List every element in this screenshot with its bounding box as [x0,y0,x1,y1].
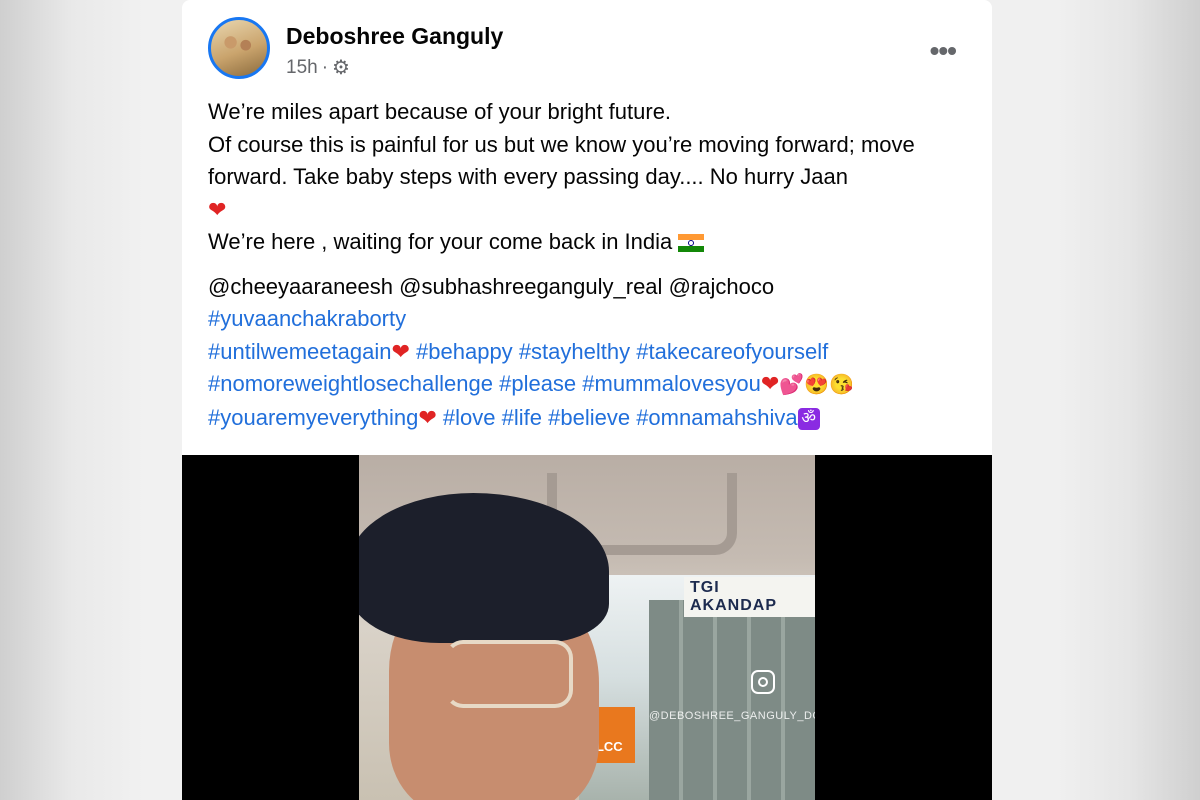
om-icon: ॐ [797,407,820,430]
heart-icon: ❤ [760,371,780,396]
post-line-1: We’re miles apart because of your bright… [208,99,672,124]
post-line-2: Of course this is painful for us but we … [208,131,915,222]
heart-icon: ❤ [418,404,437,430]
post-header: Deboshree Ganguly 15h · ⚙ ••• [208,17,968,83]
mention-link[interactable]: @cheeyaaraneesh [208,274,393,299]
hashtag-link[interactable]: #youaremyeverything [208,405,418,430]
hashtag-link[interactable]: #untilwemeetagain [208,339,391,364]
post-time[interactable]: 15h [286,57,318,79]
hashtag-link[interactable]: #omnamahshiva [636,405,797,430]
hashtag-line-1: #yuvaanchakraborty [208,303,978,336]
hashtag-line-2: #untilwemeetagain❤ #behappy #stayhelthy … [208,336,978,369]
building-image [649,600,815,800]
hashtag-link[interactable]: #behappy [416,339,513,364]
hashtag-line-4: #youaremyeverything❤ #love #life #believ… [208,402,978,435]
building-sign: TGI AKANDAP [684,577,815,617]
india-flag-icon [678,234,705,253]
glasses [445,640,573,708]
hashtag-link[interactable]: #stayhelthy [519,339,630,364]
hashtag-link[interactable]: #yuvaanchakraborty [208,306,406,331]
heart-icon: ❤ [208,196,227,222]
mentions-line: @cheeyaaraneesh @subhashreeganguly_real … [208,271,978,304]
gear-icon[interactable]: ⚙ [332,58,350,78]
hashtag-link[interactable]: #believe [548,405,630,430]
hashtag-link[interactable]: #life [502,405,542,430]
kiss-face-icon: 😘 [829,374,854,396]
author-avatar[interactable] [208,17,270,79]
mention-link[interactable]: @subhashreeganguly_real [399,274,662,299]
author-name[interactable]: Deboshree Ganguly [286,23,503,50]
hashtag-link[interactable]: #takecareofyourself [636,339,828,364]
hashtag-link[interactable]: #nomoreweightlosechallenge [208,371,493,396]
instagram-icon [751,670,775,694]
hashtag-link[interactable]: #love [443,405,496,430]
hashtag-line-3: #nomoreweightlosechallenge #please #mumm… [208,368,978,402]
more-options-icon[interactable]: ••• [930,35,957,67]
post-meta: 15h · ⚙ [286,57,350,79]
post-line-3: We’re here , waiting for your come back … [208,226,978,259]
video-frame[interactable]: TGI AKANDAP VLCC @DEBOSHREE_GANGULY_DG [359,455,815,800]
heart-eyes-icon: 😍 [804,374,830,396]
small-hearts-icon: 💕 [779,374,805,396]
hashtag-link[interactable]: #mummalovesyou [582,371,761,396]
video-player[interactable]: TGI AKANDAP VLCC @DEBOSHREE_GANGULY_DG [182,455,992,800]
post-text: We’re miles apart because of your bright… [208,96,978,434]
video-watermark: @DEBOSHREE_GANGULY_DG [649,710,815,722]
hashtag-link[interactable]: #please [499,371,576,396]
mention-link[interactable]: @rajchoco [669,274,775,299]
heart-icon: ❤ [391,338,410,364]
post-card: Deboshree Ganguly 15h · ⚙ ••• We’re mile… [182,0,992,800]
